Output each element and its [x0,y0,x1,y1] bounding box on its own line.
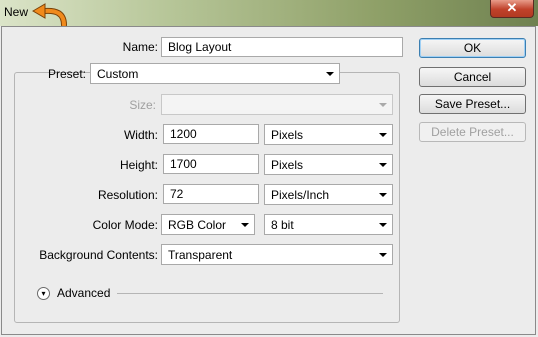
resolution-unit-select[interactable]: Pixels/Inch [264,184,393,205]
bit-depth-value: 8 bit [271,218,294,232]
advanced-divider [117,293,383,294]
resolution-label: Resolution: [97,188,158,202]
window-title: New [4,5,29,19]
height-unit-value: Pixels [271,158,304,172]
ok-button[interactable]: OK [419,38,526,58]
width-label: Width: [123,128,158,142]
color-mode-select[interactable]: RGB Color [161,214,255,235]
chevron-double-down-icon[interactable]: ▾ [37,287,50,300]
chevron-down-icon [379,133,387,137]
height-unit-select[interactable]: Pixels [264,154,393,175]
chevron-down-icon [379,193,387,197]
curved-arrow-left-icon [32,3,67,27]
cancel-button[interactable]: Cancel [419,67,526,87]
chevron-down-icon [379,253,387,257]
size-label: Size: [129,98,156,112]
close-button[interactable]: ✕ [490,0,534,18]
size-select [161,94,393,115]
resolution-input[interactable]: 72 [163,184,259,204]
delete-preset-button: Delete Preset... [419,122,526,142]
background-contents-select[interactable]: Transparent [161,244,393,265]
background-contents-label: Background Contents: [39,248,158,262]
new-document-dialog: Name: Blog Layout Preset: Custom Size: W… [1,26,536,335]
preset-select[interactable]: Custom [90,63,340,84]
preset-value: Custom [97,67,139,81]
chevron-down-icon [379,223,387,227]
color-mode-label: Color Mode: [92,218,158,232]
color-mode-value: RGB Color [168,218,227,232]
width-input[interactable]: 1200 [163,124,259,144]
name-input[interactable]: Blog Layout [161,37,403,57]
chevron-down-icon [379,103,387,107]
title-bar: New ✕ [0,0,538,27]
advanced-label[interactable]: Advanced [57,286,110,300]
height-label: Height: [119,158,158,172]
bit-depth-select[interactable]: 8 bit [264,214,393,235]
chevron-down-icon [241,223,249,227]
preset-label: Preset: [47,67,86,81]
name-label: Name: [122,40,158,54]
save-preset-button[interactable]: Save Preset... [419,94,526,114]
chevron-down-icon [379,163,387,167]
background-contents-value: Transparent [168,248,233,262]
chevron-down-icon [326,72,334,76]
width-unit-value: Pixels [271,128,304,142]
height-input[interactable]: 1700 [163,154,259,174]
resolution-unit-value: Pixels/Inch [271,188,330,202]
width-unit-select[interactable]: Pixels [264,124,393,145]
